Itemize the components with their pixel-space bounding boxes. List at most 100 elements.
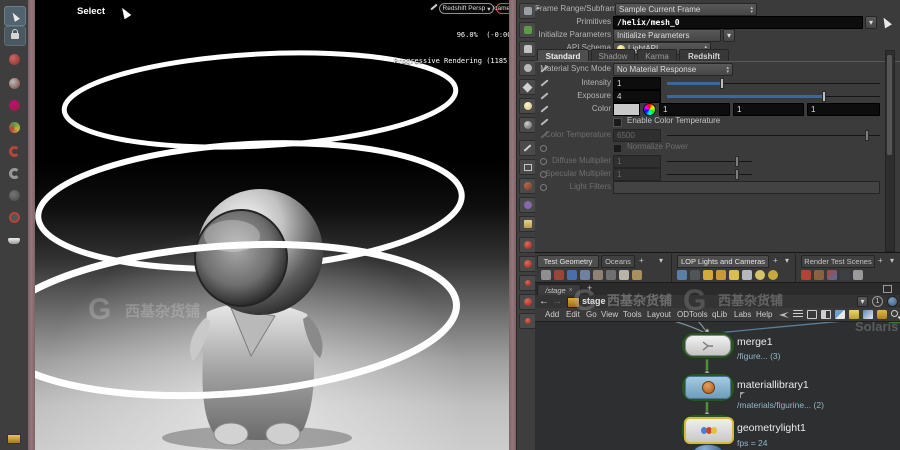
color-wheel-icon[interactable] — [643, 103, 656, 116]
shelf-tool-icon[interactable] — [619, 270, 629, 280]
shelf-tool-icon[interactable] — [703, 270, 713, 280]
snapshot-globe-icon[interactable] — [887, 296, 898, 307]
image-plane-icon[interactable] — [519, 216, 536, 232]
shelf-menu-icon[interactable]: ▾ — [785, 256, 789, 265]
isolate-red-icon[interactable] — [519, 237, 536, 253]
shelf-tool-icon[interactable] — [755, 270, 765, 280]
node-merge1[interactable] — [685, 335, 731, 356]
shelf-tool-icon[interactable] — [768, 270, 778, 280]
enable-color-temp-checkbox[interactable] — [613, 118, 622, 127]
select-tool-icon[interactable] — [4, 6, 26, 26]
renderer-selector-button[interactable]: Redshift Persp ▾ — [439, 3, 494, 14]
geo-red-icon[interactable] — [519, 294, 536, 310]
parameter-scrollbar[interactable] — [885, 50, 895, 252]
lightbulb-icon[interactable] — [519, 98, 536, 114]
menu-edit[interactable]: Edit — [566, 308, 580, 321]
material-sync-dropdown[interactable]: No Material Response ▴▾ — [613, 63, 733, 76]
pose-tool-icon[interactable] — [4, 74, 24, 92]
lock-camera-icon[interactable] — [519, 41, 536, 57]
sticky-note-icon[interactable] — [849, 310, 859, 319]
material-red-icon[interactable] — [519, 256, 536, 272]
nav-forward-icon[interactable]: → — [552, 295, 562, 308]
pick-primitive-icon[interactable] — [880, 16, 892, 29]
shelf-add-tab-button[interactable]: + — [639, 256, 644, 265]
edit-tool-icon[interactable] — [4, 96, 24, 114]
menu-labs[interactable]: Labs — [734, 308, 751, 321]
material-sphere-icon[interactable] — [519, 117, 536, 133]
shelf-tool-icon[interactable] — [580, 270, 590, 280]
paint-tool-icon[interactable] — [4, 118, 24, 136]
shelf-tool-icon[interactable] — [606, 270, 616, 280]
shelf-add-tab-button[interactable]: + — [878, 256, 883, 265]
shelf-menu-icon[interactable]: ▾ — [890, 256, 894, 265]
primitives-input[interactable]: /helix/mesh_0 — [613, 16, 863, 29]
pencil-icon[interactable] — [540, 118, 548, 125]
initialize-button[interactable]: Initialize Parameters — [613, 29, 721, 42]
pane-maximize-icon[interactable] — [883, 285, 892, 293]
exposure-input[interactable]: 4 — [613, 90, 661, 103]
shelf-tool-icon[interactable] — [853, 270, 863, 280]
shelf-tool-icon[interactable] — [814, 270, 824, 280]
view-tool-icon[interactable] — [4, 186, 24, 204]
menu-view[interactable]: View — [601, 308, 618, 321]
show-handles-icon[interactable] — [4, 50, 24, 68]
node-materiallibrary1[interactable] — [685, 376, 731, 399]
shelf-tool-icon[interactable] — [541, 270, 551, 280]
color-swatch[interactable] — [613, 103, 640, 116]
search-icon[interactable] — [891, 310, 898, 317]
select-ring-icon[interactable] — [4, 208, 24, 226]
menu-layout[interactable]: Layout — [647, 308, 671, 321]
color-b-input[interactable]: 1 — [807, 103, 880, 116]
menu-odtools[interactable]: ODTools — [677, 308, 708, 321]
shelf-menu-icon[interactable]: ▾ — [659, 256, 663, 265]
shelf-tool-icon[interactable] — [632, 270, 642, 280]
new-pane-tab-button[interactable]: + — [587, 283, 592, 293]
color-palette-icon[interactable] — [835, 310, 845, 319]
shelf-tool-icon[interactable] — [593, 270, 603, 280]
shelf-tool-icon[interactable] — [690, 270, 700, 280]
flat-red-icon[interactable] — [519, 313, 536, 329]
wand-icon[interactable] — [519, 140, 536, 156]
color-g-input[interactable]: 1 — [733, 103, 804, 116]
menu-go[interactable]: Go — [586, 308, 597, 321]
shelf-tab-lop-lights-cameras[interactable]: LOP Lights and Cameras — [677, 255, 769, 268]
brush-icon[interactable] — [519, 178, 536, 194]
diamond-icon[interactable] — [519, 79, 536, 95]
list-view-icon[interactable] — [793, 310, 803, 319]
spinner-icon[interactable]: ▴▾ — [750, 6, 753, 14]
shelf-tool-icon[interactable] — [742, 270, 752, 280]
menu-tools[interactable]: Tools — [623, 308, 642, 321]
shelf-tab-test-geometry[interactable]: Test Geometry — [537, 255, 599, 268]
node-geometrylight1[interactable] — [684, 417, 734, 444]
camera-icon[interactable] — [519, 3, 536, 19]
exposure-slider[interactable] — [667, 90, 880, 103]
frame-range-dropdown[interactable]: Sample Current Frame ▴▾ — [615, 3, 757, 16]
lock-selection-icon[interactable] — [4, 26, 26, 46]
intensity-slider[interactable] — [667, 77, 880, 90]
sculpt-tool-icon[interactable] — [4, 232, 24, 250]
primitives-menu-button[interactable]: ▾ — [865, 16, 877, 29]
shelf-tab-render-test-scenes[interactable]: Render Test Scenes — [801, 255, 875, 268]
spinner-icon[interactable]: ▴▾ — [726, 66, 729, 74]
jet-tool-icon[interactable] — [779, 310, 789, 319]
camera-selector-button[interactable]: /cameras/camera1 ▾ — [496, 3, 509, 14]
close-icon[interactable]: × — [569, 287, 573, 294]
network-breadcrumb[interactable]: stage — [582, 296, 606, 306]
snap-grid-icon[interactable] — [4, 164, 24, 182]
network-editor[interactable]: Solaris merge1 /figure... (3) materia — [535, 321, 900, 450]
shelf-tool-icon[interactable] — [567, 270, 577, 280]
menu-qlib[interactable]: qLib — [712, 308, 727, 321]
menu-help[interactable]: Help — [756, 308, 772, 321]
shelf-tool-icon[interactable] — [827, 270, 837, 280]
pin-icon[interactable] — [519, 60, 536, 76]
initialize-menu-button[interactable]: ▾ — [723, 29, 735, 42]
path-menu-button[interactable]: ▾ — [857, 296, 868, 307]
color-r-input[interactable]: 1 — [659, 103, 730, 116]
grab-hand-icon[interactable] — [519, 197, 536, 213]
network-view-icon[interactable] — [807, 310, 817, 319]
intensity-input[interactable]: 1 — [613, 77, 661, 90]
view-count-badge[interactable]: 1 — [872, 296, 883, 307]
display-options-icon[interactable] — [4, 430, 24, 448]
snapshot-icon[interactable] — [519, 22, 536, 38]
menu-add[interactable]: Add — [545, 308, 559, 321]
